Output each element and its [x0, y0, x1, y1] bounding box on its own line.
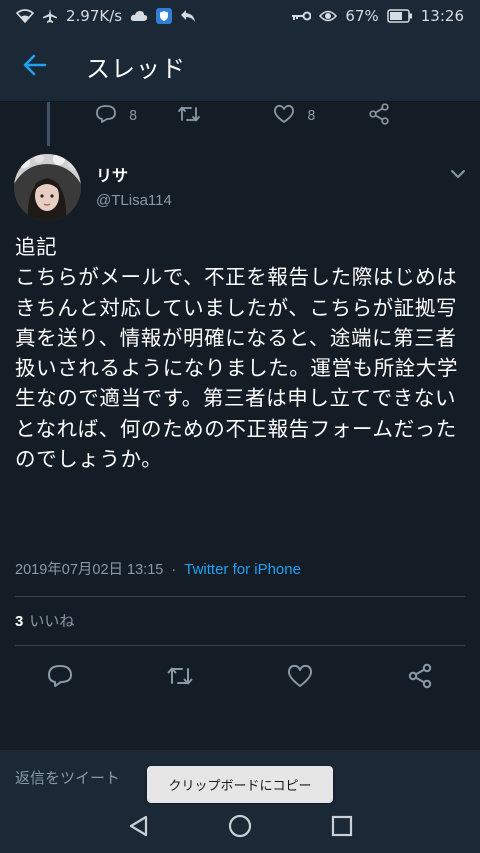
nav-recents-button[interactable]	[330, 815, 354, 841]
airplane-icon	[42, 8, 58, 24]
reply-input[interactable]: 返信をツイート	[15, 767, 120, 788]
share-icon	[368, 103, 390, 129]
prev-retweet-button[interactable]	[177, 104, 201, 128]
reply-icon	[47, 664, 73, 692]
nav-back-icon	[128, 815, 150, 841]
thread-connector	[47, 102, 50, 146]
tweet-timestamp: 2019年07月02日 13:15	[15, 562, 164, 578]
reply-icon	[95, 104, 117, 128]
prev-reply-count: 8	[129, 108, 138, 124]
meta-separator: ·	[171, 562, 177, 578]
share-icon	[407, 663, 433, 693]
battery-percent: 67%	[345, 7, 379, 25]
shield-icon	[156, 8, 173, 24]
back-arrow-icon	[23, 54, 47, 80]
nav-recents-icon	[331, 815, 353, 841]
share-button[interactable]	[406, 663, 434, 693]
eye-icon	[319, 9, 338, 23]
author-handle[interactable]: @TLisa114	[96, 192, 172, 209]
chevron-down-icon[interactable]	[450, 164, 466, 183]
network-speed: 2.97K/s	[66, 7, 123, 25]
reply-button[interactable]	[46, 664, 74, 692]
prev-like-count: 8	[307, 108, 316, 124]
retweet-button[interactable]	[166, 664, 194, 692]
app-bar: スレッド	[0, 32, 480, 102]
back-button[interactable]	[0, 32, 70, 102]
status-bar: 2.97K/s 67% 13:26	[0, 0, 480, 32]
page-title: スレッド	[86, 55, 186, 83]
tweet-actions	[0, 656, 480, 700]
tweet-meta: 2019年07月02日 13:15 · Twitter for iPhone	[15, 558, 301, 579]
likes-count: 3	[15, 613, 24, 630]
likes-summary[interactable]: 3 いいね	[15, 610, 74, 631]
clock: 13:26	[420, 7, 464, 25]
nav-home-button[interactable]	[228, 814, 252, 842]
tweet-text: 追記 こちらがメールで、不正を報告した際はじめはきちんと対応していましたが、こち…	[15, 235, 459, 472]
avatar[interactable]	[14, 154, 81, 221]
heart-icon	[287, 664, 313, 692]
system-nav-bar	[0, 804, 480, 853]
prev-like-button[interactable]: 8	[273, 104, 316, 128]
reply-arrow-icon	[180, 9, 196, 23]
tweet-author: リサ @TLisa114	[14, 154, 466, 224]
wifi-icon	[16, 9, 34, 23]
prev-share-button[interactable]	[368, 103, 390, 129]
divider	[15, 645, 465, 646]
divider	[15, 596, 465, 597]
toast-message: クリップボードにコピー	[147, 766, 333, 803]
author-name[interactable]: リサ	[96, 162, 128, 186]
tweet-client-link[interactable]: Twitter for iPhone	[184, 561, 301, 578]
likes-label: いいね	[29, 612, 75, 630]
battery-icon	[387, 9, 413, 23]
like-button[interactable]	[286, 664, 314, 692]
previous-tweet-actions: 8 8	[95, 103, 390, 129]
retweet-icon	[166, 664, 194, 692]
cloud-icon	[130, 10, 148, 22]
prev-reply-button[interactable]: 8	[95, 104, 137, 128]
nav-back-button[interactable]	[127, 815, 151, 841]
key-icon	[291, 10, 312, 22]
retweet-icon	[177, 104, 201, 128]
nav-home-icon	[228, 814, 252, 842]
heart-icon	[273, 104, 295, 128]
